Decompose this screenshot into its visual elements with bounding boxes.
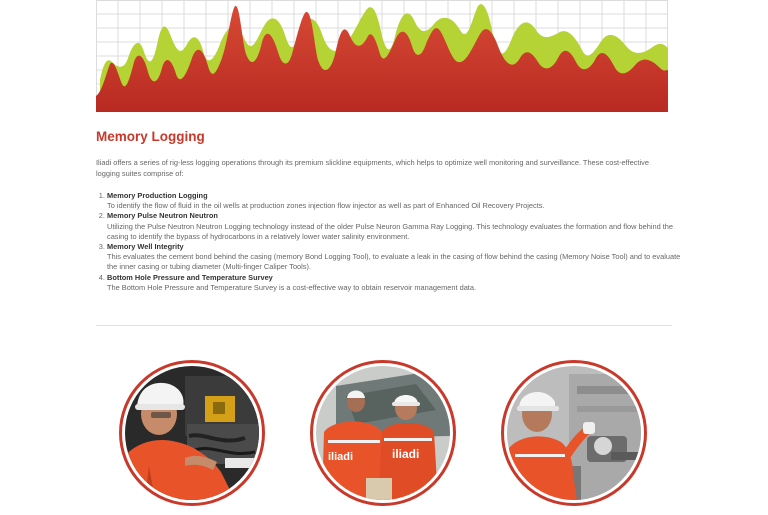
list-item-title: Memory Production Logging bbox=[107, 191, 208, 200]
section-title: Memory Logging bbox=[96, 129, 205, 144]
field-workers-image: iliadi iliadi bbox=[316, 366, 450, 500]
list-item-title: Bottom Hole Pressure and Temperature Sur… bbox=[107, 272, 273, 282]
worker-machinery-image bbox=[125, 366, 259, 500]
list-item-description: This evaluates the cement bond behind th… bbox=[107, 252, 681, 272]
photo-field-workers: iliadi iliadi bbox=[310, 360, 456, 506]
list-item: Memory Well Integrity This evaluates the… bbox=[107, 242, 682, 273]
intro-paragraph: Iliadi offers a series of rig-less loggi… bbox=[96, 158, 649, 178]
logging-suites-list: Memory Production Logging To identify th… bbox=[96, 191, 682, 293]
photo-worker-machinery bbox=[119, 360, 265, 506]
list-item-description: To identify the flow of fluid in the oil… bbox=[107, 201, 545, 211]
worker-valve-image bbox=[507, 366, 641, 500]
coverall-logo: iliadi bbox=[392, 447, 419, 461]
section-divider bbox=[96, 325, 672, 326]
list-item-title: Memory Pulse Neutron Neutron bbox=[107, 211, 218, 221]
list-item-title: Memory Well Integrity bbox=[107, 242, 184, 252]
photo-worker-valve bbox=[501, 360, 647, 506]
list-item: Memory Production Logging To identify th… bbox=[107, 191, 682, 211]
list-item: Bottom Hole Pressure and Temperature Sur… bbox=[107, 273, 682, 293]
list-item-description: Utilizing the Pulse Neutron Neutron Logg… bbox=[107, 221, 674, 241]
coverall-logo-left: iliadi bbox=[328, 451, 353, 463]
list-item-description: The Bottom Hole Pressure and Temperature… bbox=[107, 282, 477, 292]
list-item: Memory Pulse Neutron Neutron Utilizing t… bbox=[107, 211, 682, 242]
hero-log-graph bbox=[96, 0, 668, 112]
